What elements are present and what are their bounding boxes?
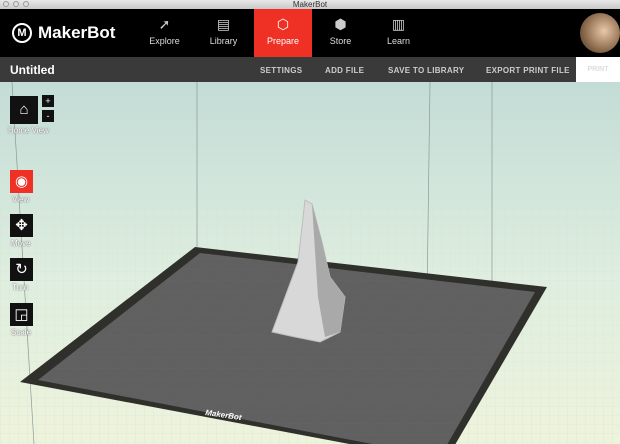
nav-library[interactable]: ▤ Library [196, 9, 251, 57]
nav-learn[interactable]: ▥ Learn [371, 9, 426, 57]
turn-label: Turn [12, 283, 29, 292]
book-icon: ▥ [391, 16, 406, 32]
nav-label: Store [329, 36, 352, 46]
scale-tool-button[interactable]: ◲ [10, 303, 33, 326]
export-print-file-button[interactable]: EXPORT PRINT FILE [486, 66, 570, 75]
window-title: MakerBot [292, 0, 328, 9]
prepare-icon: ⬡ [276, 16, 290, 32]
nav-store[interactable]: ⬢ Store [313, 9, 368, 57]
add-file-button[interactable]: ADD FILE [325, 66, 364, 75]
view-tool-button[interactable]: ◉ [10, 170, 33, 193]
window-controls[interactable] [3, 1, 29, 7]
rotate-icon: ↻ [15, 261, 28, 278]
nav-label: Learn [386, 36, 411, 46]
window-titlebar: MakerBot [0, 0, 620, 9]
build-scene: MakerBot [0, 82, 620, 444]
nav-label: Library [209, 36, 238, 46]
compass-icon: ➚ [158, 16, 171, 32]
move-label: Move [11, 239, 31, 248]
document-title[interactable]: Untitled [10, 63, 55, 77]
move-icon: ✥ [15, 217, 28, 234]
build-volume-viewport[interactable]: MakerBot ⌂ + - Home View ◉ View ✥ Move ↻… [0, 82, 620, 444]
nav-explore[interactable]: ➚ Explore [137, 9, 192, 57]
logo-icon: M [12, 23, 32, 43]
home-view-label: Home View [8, 126, 49, 135]
print-button[interactable]: PRINT [576, 57, 620, 82]
library-icon: ▤ [216, 16, 231, 32]
zoom-out-button[interactable]: - [42, 110, 54, 122]
cube-icon: ⬢ [334, 16, 347, 32]
settings-button[interactable]: SETTINGS [260, 66, 302, 75]
nav-label: Explore [149, 36, 180, 46]
makerbot-logo[interactable]: M MakerBot [12, 23, 115, 43]
eye-icon: ◉ [14, 173, 29, 190]
move-tool-button[interactable]: ✥ [10, 214, 33, 237]
home-view-button[interactable]: ⌂ [10, 96, 38, 124]
turn-tool-button[interactable]: ↻ [10, 258, 33, 281]
view-label: View [12, 195, 30, 204]
nav-label: Prepare [266, 36, 300, 46]
scale-label: Scale [11, 328, 32, 337]
zoom-in-button[interactable]: + [42, 95, 54, 107]
logo-text: MakerBot [38, 23, 116, 42]
document-toolbar: Untitled SETTINGS ADD FILE SAVE TO LIBRA… [0, 57, 620, 82]
save-to-library-button[interactable]: SAVE TO LIBRARY [388, 66, 464, 75]
scale-icon: ◲ [14, 306, 29, 323]
top-nav: M MakerBot ➚ Explore ▤ Library ⬡ Prepare ⬢ St… [0, 9, 620, 57]
user-avatar[interactable] [580, 13, 620, 53]
home-icon: ⌂ [19, 101, 29, 118]
nav-prepare[interactable]: ⬡ Prepare [254, 9, 312, 57]
